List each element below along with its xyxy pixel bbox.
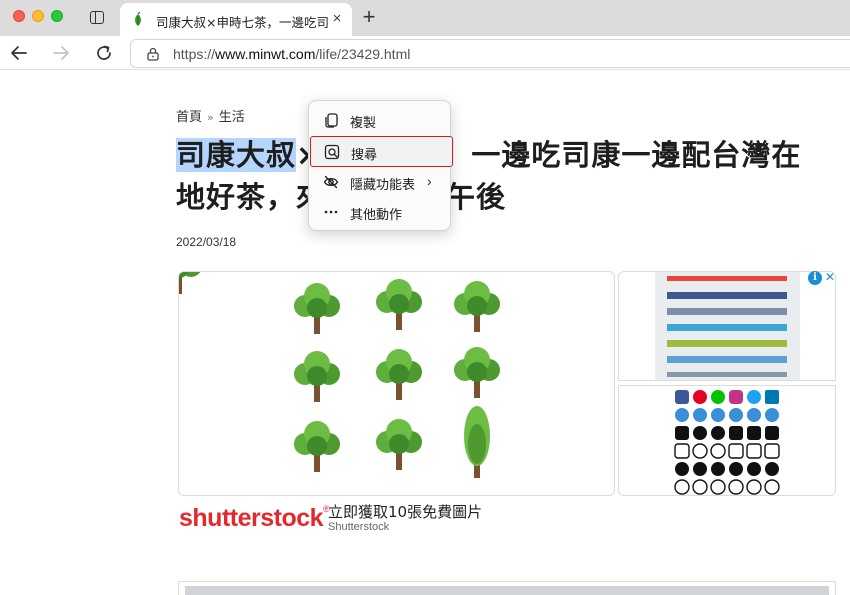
breadcrumb-home-link[interactable]: 首頁 <box>176 110 202 125</box>
menu-item-copy[interactable]: 複製 <box>313 106 446 134</box>
ad-headline[interactable]: 立即獲取10張免費圖片 <box>328 501 482 522</box>
ad-image-web-buttons[interactable] <box>618 271 836 381</box>
site-favicon-icon <box>135 12 141 26</box>
url-prefix: https:// <box>173 46 216 62</box>
article-image <box>178 581 836 595</box>
browser-tab[interactable]: 司康大叔×申時七茶，一邊吃司康一邊配台灣在地好茶 × <box>120 3 352 36</box>
url-path: /life/23429.html <box>315 46 411 62</box>
web-buttons-illustration <box>655 272 800 380</box>
browser-toolbar: https://www.minwt.com/life/23429.html <box>0 36 850 70</box>
shutterstock-logo[interactable]: shutterstock® <box>179 504 330 533</box>
publish-date: 2022/03/18 <box>176 235 237 249</box>
menu-item-label: 隱藏功能表 <box>350 178 416 193</box>
forward-arrow-icon[interactable] <box>50 42 72 64</box>
copy-icon <box>325 113 338 128</box>
breadcrumb: 首頁 » 生活 <box>176 106 245 125</box>
window-close-button[interactable] <box>13 10 25 22</box>
menu-item-label: 複製 <box>350 116 377 131</box>
menu-item-more-actions[interactable]: 其他動作 <box>313 198 446 226</box>
sidebar-toggle-icon[interactable] <box>90 11 104 24</box>
article-image-placeholder <box>185 586 829 595</box>
tab-bar: 司康大叔×申時七茶，一邊吃司康一邊配台灣在地好茶 × + <box>0 0 850 36</box>
menu-item-search[interactable]: 搜尋 <box>310 136 453 167</box>
new-tab-icon[interactable]: + <box>359 6 379 28</box>
selected-title-text[interactable]: 司康大叔 <box>176 138 297 172</box>
search-icon <box>324 144 340 160</box>
ad-close-icon[interactable]: ✕ <box>824 270 836 284</box>
chevron-right-icon: › <box>427 173 432 189</box>
lock-icon[interactable] <box>147 47 159 61</box>
url-domain: www.minwt.com <box>215 46 316 62</box>
ad-logo-text: shutterstock <box>179 504 324 532</box>
window-maximize-button[interactable] <box>51 10 63 22</box>
ad-advertiser[interactable]: Shutterstock <box>328 521 389 533</box>
trees-illustration <box>179 272 500 478</box>
tab-close-icon[interactable]: × <box>330 11 344 26</box>
address-bar[interactable]: https://www.minwt.com/life/23429.html <box>130 39 850 68</box>
more-icon <box>324 210 338 214</box>
ad-info-icon[interactable]: i <box>808 271 822 285</box>
breadcrumb-category-link[interactable]: 生活 <box>219 110 245 125</box>
ad-image-trees[interactable] <box>178 271 615 496</box>
menu-item-label: 其他動作 <box>350 208 403 223</box>
context-menu: 複製 搜尋 隱藏功能表 › 其他動作 <box>308 100 453 231</box>
url-text: https://www.minwt.com/life/23429.html <box>173 46 410 62</box>
social-icons-illustration <box>674 390 780 495</box>
breadcrumb-separator: » <box>207 111 214 124</box>
menu-item-hide-menu[interactable]: 隱藏功能表 › <box>313 168 446 196</box>
menu-item-label: 搜尋 <box>351 148 378 163</box>
back-arrow-icon[interactable] <box>8 42 30 64</box>
tab-title: 司康大叔×申時七茶，一邊吃司康一邊配台灣在地好茶 <box>156 15 328 30</box>
ad-image-social-icons[interactable] <box>618 385 836 496</box>
reload-icon[interactable] <box>93 42 115 64</box>
article-title: 司康大叔×申時七茶，一邊吃司康一邊配台灣在 地好茶，來個漫步的午後 <box>176 134 846 218</box>
window-minimize-button[interactable] <box>32 10 44 22</box>
tree-icon <box>179 272 201 294</box>
hide-icon <box>323 175 339 189</box>
